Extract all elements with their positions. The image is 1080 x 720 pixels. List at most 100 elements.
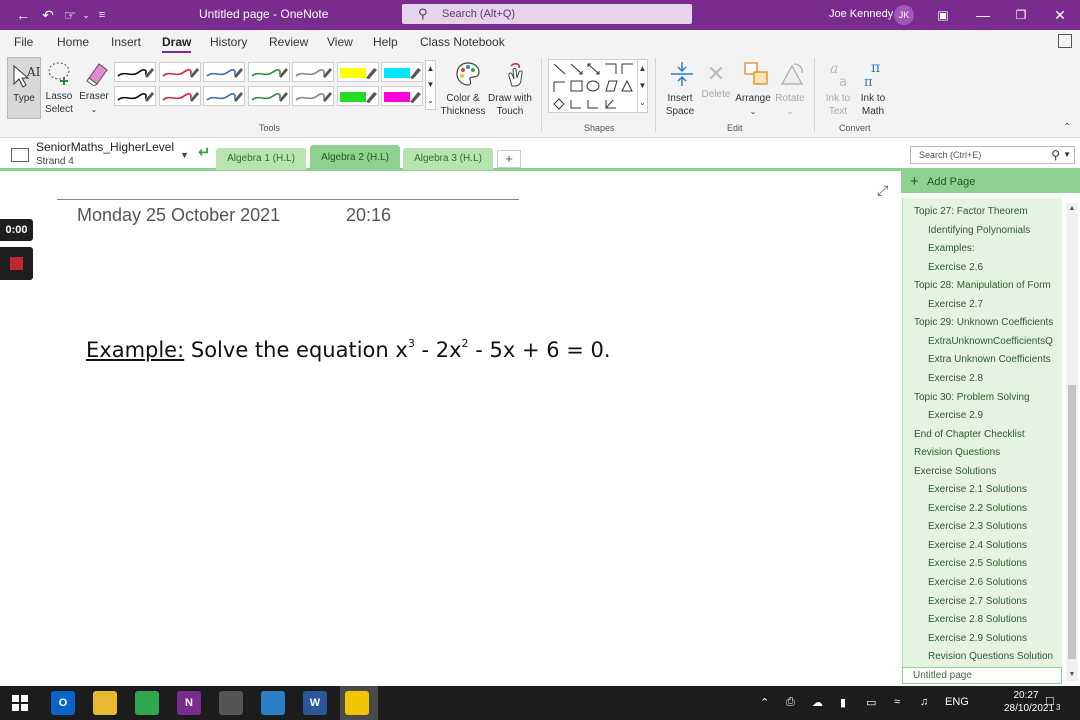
ink-to-math-button[interactable]: π π Ink to Math bbox=[856, 60, 890, 120]
page-list-item[interactable]: Exercise 2.8 bbox=[928, 373, 983, 384]
back-icon[interactable]: ← bbox=[13, 5, 33, 25]
windows-start-icon[interactable] bbox=[12, 695, 28, 711]
customize-toolbar-icon[interactable]: ≡ bbox=[92, 5, 112, 25]
ink-to-text-button[interactable]: a a Ink to Text bbox=[820, 60, 856, 120]
page-list-item[interactable]: Topic 29: Unknown Coefficients bbox=[914, 317, 1053, 328]
remote-desktop-icon[interactable] bbox=[261, 691, 285, 715]
tab-view[interactable]: View bbox=[327, 35, 353, 49]
shapes-gallery[interactable] bbox=[548, 59, 638, 113]
page-list-item[interactable]: Revision Questions bbox=[914, 447, 1000, 458]
example-text[interactable]: Example: Solve the equation x3 - 2x2 - 5… bbox=[86, 337, 611, 362]
tab-history[interactable]: History bbox=[210, 35, 247, 49]
draw-with-touch-button[interactable]: Draw with Touch bbox=[486, 60, 534, 120]
section-group-name[interactable]: Strand 4 bbox=[36, 156, 74, 167]
stop-recording-button[interactable] bbox=[0, 247, 33, 280]
expand-icon[interactable]: ⤢ bbox=[877, 182, 888, 199]
add-section-button[interactable]: + bbox=[497, 150, 521, 168]
pen-2-2[interactable] bbox=[158, 86, 201, 106]
page-list-item[interactable]: Exercise 2.3 Solutions bbox=[928, 521, 1027, 532]
page-list-item[interactable]: Topic 28: Manipulation of Form bbox=[914, 280, 1051, 291]
word-icon[interactable]: W bbox=[303, 691, 327, 715]
color-thickness-button[interactable]: Color & Thickness bbox=[440, 60, 486, 120]
page-list-item[interactable]: Exercise 2.7 Solutions bbox=[928, 596, 1027, 607]
file-explorer-icon[interactable] bbox=[93, 691, 117, 715]
page-list-item[interactable]: Exercise 2.1 Solutions bbox=[928, 484, 1027, 495]
navigate-back-icon[interactable]: ↵ bbox=[198, 143, 211, 161]
lasso-select-button[interactable]: Lasso Select bbox=[44, 60, 74, 120]
chrome-icon[interactable] bbox=[135, 691, 159, 715]
volume-icon[interactable]: ♫ bbox=[920, 696, 928, 708]
arrange-button[interactable]: Arrange ⌄ bbox=[733, 60, 773, 120]
pen-1-3[interactable] bbox=[203, 62, 245, 82]
sticky-notes-icon[interactable] bbox=[345, 691, 369, 715]
page-list-item[interactable]: Topic 30: Problem Solving bbox=[914, 392, 1030, 403]
user-name[interactable]: Joe Kennedy bbox=[829, 8, 893, 20]
tab-review[interactable]: Review bbox=[269, 35, 308, 49]
delete-button[interactable]: ✕ Delete bbox=[700, 60, 732, 110]
section-tab-algebra-2[interactable]: Algebra 2 (H.L) bbox=[310, 145, 400, 170]
onedrive-icon[interactable]: ☁ bbox=[812, 696, 823, 709]
chevron-down-icon[interactable]: ▼ bbox=[180, 150, 189, 160]
pen-2-6[interactable] bbox=[336, 86, 379, 106]
pen-2-5[interactable] bbox=[292, 86, 334, 106]
pen-1-2[interactable] bbox=[158, 62, 201, 82]
notifications-icon[interactable]: □ bbox=[1046, 693, 1054, 708]
ribbon-display-icon[interactable]: ▣ bbox=[932, 4, 954, 26]
tab-insert[interactable]: Insert bbox=[111, 35, 141, 49]
page-list-item[interactable]: Revision Questions Solution bbox=[928, 651, 1053, 662]
page-list-item[interactable]: Exercise 2.5 Solutions bbox=[928, 558, 1027, 569]
page-canvas[interactable]: Monday 25 October 2021 20:16 ⤢ 0:00 Exam… bbox=[0, 174, 901, 686]
type-button[interactable]: AI Type bbox=[7, 57, 41, 119]
pen-1-4[interactable] bbox=[247, 62, 290, 82]
restore-icon[interactable]: ❐ bbox=[1010, 4, 1032, 26]
notebook-search-input[interactable]: Search (Ctrl+E) ⚲ ▼ bbox=[910, 146, 1075, 164]
language-indicator[interactable]: ENG bbox=[945, 696, 969, 708]
undo-icon[interactable]: ↶ bbox=[38, 5, 58, 25]
pen-gallery-scroll[interactable]: ▲ ▼ ⌄ bbox=[425, 60, 436, 110]
page-list-item[interactable]: End of Chapter Checklist bbox=[914, 429, 1025, 440]
microphone-icon[interactable]: ▮ bbox=[840, 696, 846, 709]
tab-help[interactable]: Help bbox=[373, 35, 398, 49]
insert-space-button[interactable]: Insert Space bbox=[663, 60, 697, 120]
pen-1-7[interactable] bbox=[381, 62, 423, 82]
notebook-name[interactable]: SeniorMaths_HigherLevel bbox=[36, 140, 174, 154]
page-list-item[interactable]: Exercise Solutions bbox=[914, 466, 996, 477]
page-list-item[interactable]: Exercise 2.6 bbox=[928, 262, 983, 273]
section-tab-algebra-3[interactable]: Algebra 3 (H.L) bbox=[403, 148, 493, 170]
page-list-item[interactable]: Exercise 2.4 Solutions bbox=[928, 540, 1027, 551]
tab-file[interactable]: File bbox=[14, 35, 33, 49]
page-list-item[interactable]: Exercise 2.7 bbox=[928, 299, 983, 310]
wifi-icon[interactable]: ≈ bbox=[894, 696, 900, 708]
page-list-item[interactable]: Identifying Polynomials bbox=[928, 225, 1030, 236]
printer-icon[interactable]: ⎙ bbox=[786, 696, 795, 709]
calculator-icon[interactable] bbox=[219, 691, 243, 715]
shapes-gallery-scroll[interactable]: ▲ ▼ ⌄ bbox=[637, 59, 648, 113]
pen-2-1[interactable] bbox=[114, 86, 156, 106]
page-list-item[interactable]: Exercise 2.9 bbox=[928, 410, 983, 421]
rotate-button[interactable]: Rotate ⌄ bbox=[773, 60, 807, 120]
tab-draw[interactable]: Draw bbox=[162, 35, 192, 53]
onenote-icon[interactable]: N bbox=[177, 691, 201, 715]
outlook-icon[interactable]: O bbox=[51, 691, 75, 715]
page-list-item[interactable]: Exercise 2.2 Solutions bbox=[928, 503, 1027, 514]
tab-home[interactable]: Home bbox=[57, 35, 89, 49]
page-list-item[interactable]: Exercise 2.9 Solutions bbox=[928, 633, 1027, 644]
page-list-item[interactable]: Exercise 2.8 Solutions bbox=[928, 614, 1027, 625]
ribbon-collapse-icon[interactable] bbox=[1058, 34, 1072, 48]
scroll-up-icon[interactable]: ▲ bbox=[1066, 203, 1078, 215]
close-icon[interactable]: ✕ bbox=[1049, 4, 1071, 26]
tray-overflow-icon[interactable]: ⌃ bbox=[760, 696, 769, 709]
eraser-button[interactable]: Eraser ⌄ bbox=[78, 60, 110, 114]
tab-class-notebook[interactable]: Class Notebook bbox=[420, 35, 505, 49]
search-input[interactable]: ⚲ Search (Alt+Q) bbox=[402, 4, 692, 24]
pen-2-7[interactable] bbox=[381, 86, 423, 106]
minimize-icon[interactable]: — bbox=[972, 4, 994, 26]
notebook-icon[interactable] bbox=[11, 148, 29, 162]
page-list-item[interactable]: Topic 27: Factor Theorem bbox=[914, 206, 1028, 217]
scroll-down-icon[interactable]: ▼ bbox=[1066, 669, 1078, 681]
page-list-item[interactable]: Extra Unknown Coefficients bbox=[928, 354, 1051, 365]
battery-icon[interactable]: ▭ bbox=[866, 696, 876, 709]
taskbar-clock[interactable]: 20:27 28/10/2021 bbox=[1004, 689, 1054, 715]
page-list-scrollbar[interactable]: ▲ ▼ bbox=[1066, 203, 1078, 681]
scroll-thumb[interactable] bbox=[1068, 385, 1076, 659]
